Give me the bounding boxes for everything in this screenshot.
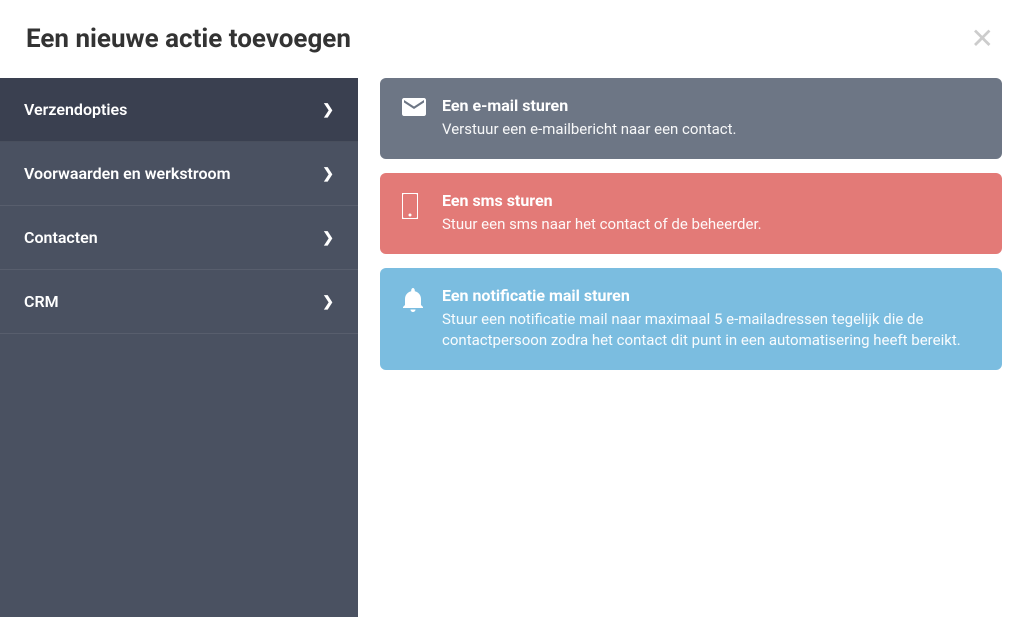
action-title: Een notificatie mail sturen	[442, 286, 980, 305]
action-send-notification[interactable]: Een notificatie mail sturen Stuur een no…	[380, 268, 1002, 371]
modal-body: Verzendopties ❯ Voorwaarden en werkstroo…	[0, 78, 1024, 617]
chevron-right-icon: ❯	[322, 230, 334, 246]
action-list: Een e-mail sturen Verstuur een e-mailber…	[358, 78, 1024, 617]
phone-icon	[402, 193, 442, 219]
sidebar: Verzendopties ❯ Voorwaarden en werkstroo…	[0, 78, 358, 617]
bell-icon	[402, 288, 442, 312]
action-title: Een sms sturen	[442, 191, 980, 210]
sidebar-item-label: CRM	[24, 292, 59, 311]
action-description: Verstuur een e-mailbericht naar een cont…	[442, 119, 980, 141]
action-title: Een e-mail sturen	[442, 96, 980, 115]
add-action-modal: Een nieuwe actie toevoegen ✕ Verzendopti…	[0, 0, 1024, 617]
action-text: Een e-mail sturen Verstuur een e-mailber…	[442, 96, 980, 141]
action-text: Een notificatie mail sturen Stuur een no…	[442, 286, 980, 353]
close-button[interactable]: ✕	[971, 25, 994, 53]
close-icon: ✕	[971, 22, 994, 55]
chevron-right-icon: ❯	[322, 102, 334, 118]
sidebar-item-contacts[interactable]: Contacten ❯	[0, 206, 358, 270]
sidebar-item-label: Voorwaarden en werkstroom	[24, 164, 230, 183]
sidebar-item-label: Verzendopties	[24, 100, 127, 119]
sidebar-item-conditions-workflow[interactable]: Voorwaarden en werkstroom ❯	[0, 142, 358, 206]
action-description: Stuur een notificatie mail naar maximaal…	[442, 309, 980, 353]
action-description: Stuur een sms naar het contact of de beh…	[442, 214, 980, 236]
chevron-right-icon: ❯	[322, 294, 334, 310]
modal-header: Een nieuwe actie toevoegen ✕	[0, 0, 1024, 78]
sidebar-item-send-options[interactable]: Verzendopties ❯	[0, 78, 358, 142]
action-send-sms[interactable]: Een sms sturen Stuur een sms naar het co…	[380, 173, 1002, 254]
action-send-email[interactable]: Een e-mail sturen Verstuur een e-mailber…	[380, 78, 1002, 159]
sidebar-item-label: Contacten	[24, 228, 98, 247]
chevron-right-icon: ❯	[322, 166, 334, 182]
sidebar-item-crm[interactable]: CRM ❯	[0, 270, 358, 334]
action-text: Een sms sturen Stuur een sms naar het co…	[442, 191, 980, 236]
email-icon	[402, 98, 442, 116]
modal-title: Een nieuwe actie toevoegen	[26, 24, 351, 54]
